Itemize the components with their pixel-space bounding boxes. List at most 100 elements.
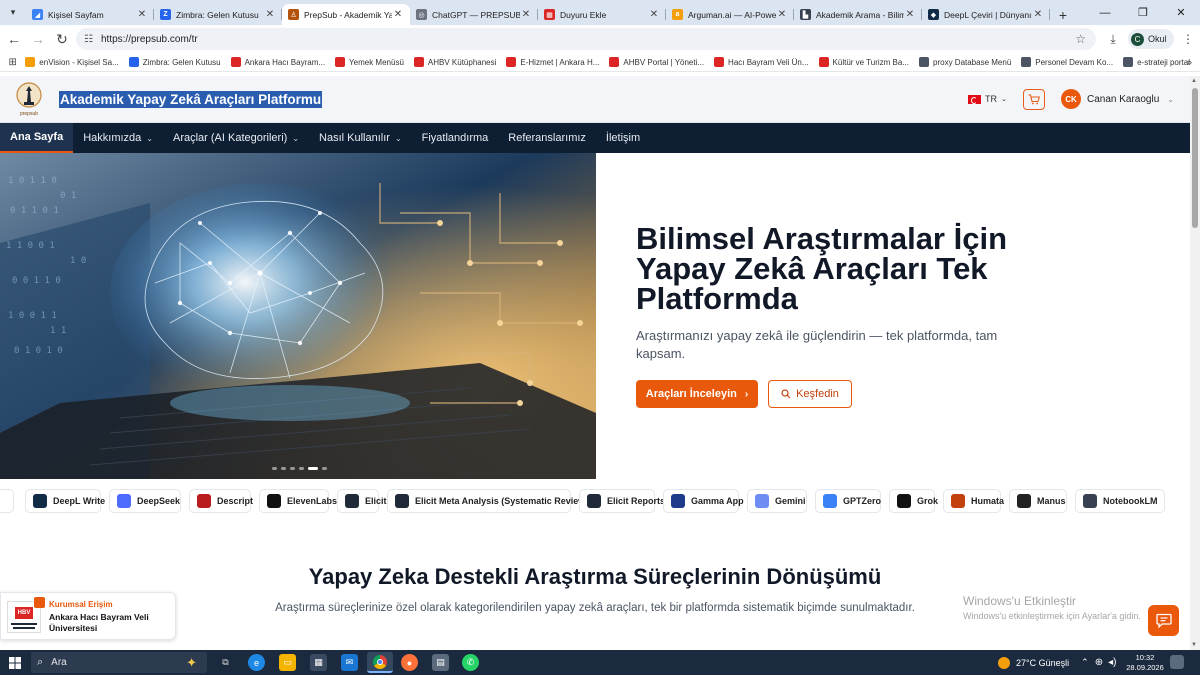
notifications-icon[interactable] [1170,655,1184,669]
profile-button[interactable]: C Okul [1128,29,1174,49]
slide-dot[interactable] [308,467,318,470]
slide-dot[interactable] [290,467,295,470]
tool-chip[interactable]: Manus [1009,489,1067,513]
close-tab-icon[interactable]: ✕ [264,9,276,20]
site-info-icon[interactable]: ☷ [84,34,93,45]
close-tab-icon[interactable]: ✕ [648,9,660,20]
institution-access-card[interactable]: HBV Kurumsal Erişim Ankara Hacı Bayram V… [0,592,176,640]
new-tab-button[interactable]: + [1050,4,1076,25]
close-tab-icon[interactable]: ✕ [392,9,404,20]
store-icon[interactable]: ▦ [310,654,327,671]
explore-tools-button[interactable]: Araçları İnceleyin › [636,380,758,408]
bookmark-star-icon[interactable]: ☆ [1075,32,1086,46]
bookmark-item[interactable]: AHBV Kütüphanesi [413,57,496,67]
language-selector[interactable]: TR ⌄ [968,94,1007,104]
nav-item[interactable]: Fiyatlandırma [412,123,499,153]
tool-chip[interactable]: Gamma App [663,489,744,513]
slide-dot[interactable] [272,467,277,470]
bookmark-item[interactable]: AHBV Portal | Yöneti... [609,57,704,67]
more-bookmarks-icon[interactable]: » [1187,57,1192,67]
close-tab-icon[interactable]: ✕ [136,9,148,20]
windows-start-icon[interactable] [0,650,30,675]
browser-tab[interactable]: ▦ Duyuru Ekle ✕ [538,4,666,25]
bookmark-item[interactable]: Zimbra: Gelen Kutusu [128,57,221,67]
tool-chip[interactable]: NotebookLM [1075,489,1165,513]
taskbar-clock[interactable]: 10:32 28.09.2026 [1126,653,1164,673]
scroll-up-icon[interactable]: ▲ [1191,78,1197,84]
browser-tab[interactable]: a Arguman.ai — AI-Powered...✕ [666,4,794,25]
site-title[interactable]: Akademik Yapay Zekâ Araçları Platformu [59,91,323,108]
menu-dots-icon[interactable]: ⋮ [1176,27,1200,51]
whatsapp-icon[interactable]: ✆ [462,654,479,671]
taskbar-search[interactable]: ⌕ Ara ✦ [31,652,207,673]
browser-tab[interactable]: ▙ Akademik Arama - Bilimsel...✕ [794,4,922,25]
nav-item[interactable]: Hakkımızda ⌄ [73,123,163,153]
nav-item[interactable]: Araçlar (AI Kategorileri) ⌄ [163,123,309,153]
tool-chip[interactable]: Humata [943,489,1004,513]
tool-chip[interactable]: Gemini [747,489,807,513]
close-window-icon[interactable]: ✕ [1162,0,1200,25]
tool-chip[interactable]: Grok [889,489,938,513]
chevron-up-icon[interactable]: ⌃ [1081,657,1089,668]
tool-chip[interactable]: Elicit [337,489,387,513]
file-explorer-icon[interactable]: ▭ [279,654,296,671]
calculator-icon[interactable]: ▤ [432,654,449,671]
browser-tab[interactable]: ◎ ChatGPT — PREPSUB ✕ [410,4,538,25]
nav-item[interactable]: Referanslarımız [498,123,596,153]
chrome-taskbar-button[interactable] [367,652,393,673]
tab-search-button[interactable]: ▾ [0,0,26,25]
bookmark-item[interactable]: Ankara Hacı Bayram... [230,57,325,67]
bookmark-item[interactable]: E-Hizmet | Ankara H... [506,57,599,67]
browser-tab[interactable]: ◢ Kişisel Sayfam ✕ [26,4,154,25]
browser-tab[interactable]: ♙ PrepSub - Akademik Yapay Zekâ...✕ [282,4,410,25]
close-tab-icon[interactable]: ✕ [904,9,916,20]
download-icon[interactable]: ⤓ [1101,27,1125,51]
network-globe-icon[interactable]: ⊕ [1095,657,1103,668]
apps-grid-icon[interactable]: ⊞ [0,57,25,68]
bookmark-item[interactable]: Personel Devam Ko... [1021,57,1113,67]
browser-tab[interactable]: ◆ DeepL Çeviri | Dünyanın en...✕ [922,4,1050,25]
tool-chip[interactable]: DeepL Write [25,489,105,513]
scrollbar-thumb[interactable] [1192,88,1198,228]
chat-support-button[interactable] [1148,605,1179,636]
slide-dot[interactable] [322,467,327,470]
tool-chip[interactable]: ElevenLabs [259,489,337,513]
task-view-icon[interactable]: ⧉ [217,654,234,671]
bookmark-item[interactable]: Kültür ve Turizm Ba... [818,57,909,67]
restore-icon[interactable]: ❐ [1124,0,1162,25]
tool-chip-partial[interactable] [0,489,14,513]
slide-dot[interactable] [299,467,304,470]
weather-text[interactable]: 27°C Güneşli [1016,658,1069,668]
tool-chip[interactable]: Elicit Meta Analysis (Systematic Review) [387,489,588,513]
bookmark-item[interactable]: Yemek Menüsü [335,57,404,67]
volume-icon[interactable]: ◂) [1108,657,1116,668]
slide-dot[interactable] [281,467,286,470]
discover-button[interactable]: Keşfedin [768,380,852,408]
tool-chip[interactable]: GPTZero [815,489,881,513]
prepsub-logo[interactable]: prepsub [15,82,43,118]
bookmark-item[interactable]: proxy Database Menü [919,57,1011,67]
nav-item[interactable]: Nasıl Kullanılır ⌄ [309,123,412,153]
weather-sun-icon[interactable] [998,656,1010,669]
bookmark-item[interactable]: Hacı Bayram Veli Ün... [714,57,809,67]
cart-button[interactable] [1023,89,1045,110]
page-scrollbar[interactable]: ▲ ▼ [1190,76,1200,650]
tool-chip[interactable]: Elicit Reports [579,489,665,513]
forward-arrow-icon[interactable]: → [26,27,50,51]
bookmark-item[interactable]: e-strateji portal [1123,57,1190,67]
tool-chip[interactable]: Descript [189,489,253,513]
close-tab-icon[interactable]: ✕ [1032,9,1044,20]
close-tab-icon[interactable]: ✕ [776,9,788,20]
address-bar[interactable]: ☷ https://prepsub.com/tr ☆ [76,28,1096,50]
back-arrow-icon[interactable]: ← [2,27,26,51]
nav-item[interactable]: İletişim [596,123,650,153]
user-menu[interactable]: CK Canan Karaoglu ⌄ [1061,89,1174,109]
bookmark-item[interactable]: enVision - Kişisel Sa... [25,57,119,67]
tool-chip[interactable]: DeepSeek [109,489,181,513]
firefox-icon[interactable]: ● [401,654,418,671]
scroll-down-icon[interactable]: ▼ [1191,642,1197,648]
edge-icon[interactable]: e [248,654,265,671]
nav-item[interactable]: Ana Sayfa [0,123,74,153]
close-tab-icon[interactable]: ✕ [520,9,532,20]
minimize-icon[interactable]: — [1086,0,1124,25]
